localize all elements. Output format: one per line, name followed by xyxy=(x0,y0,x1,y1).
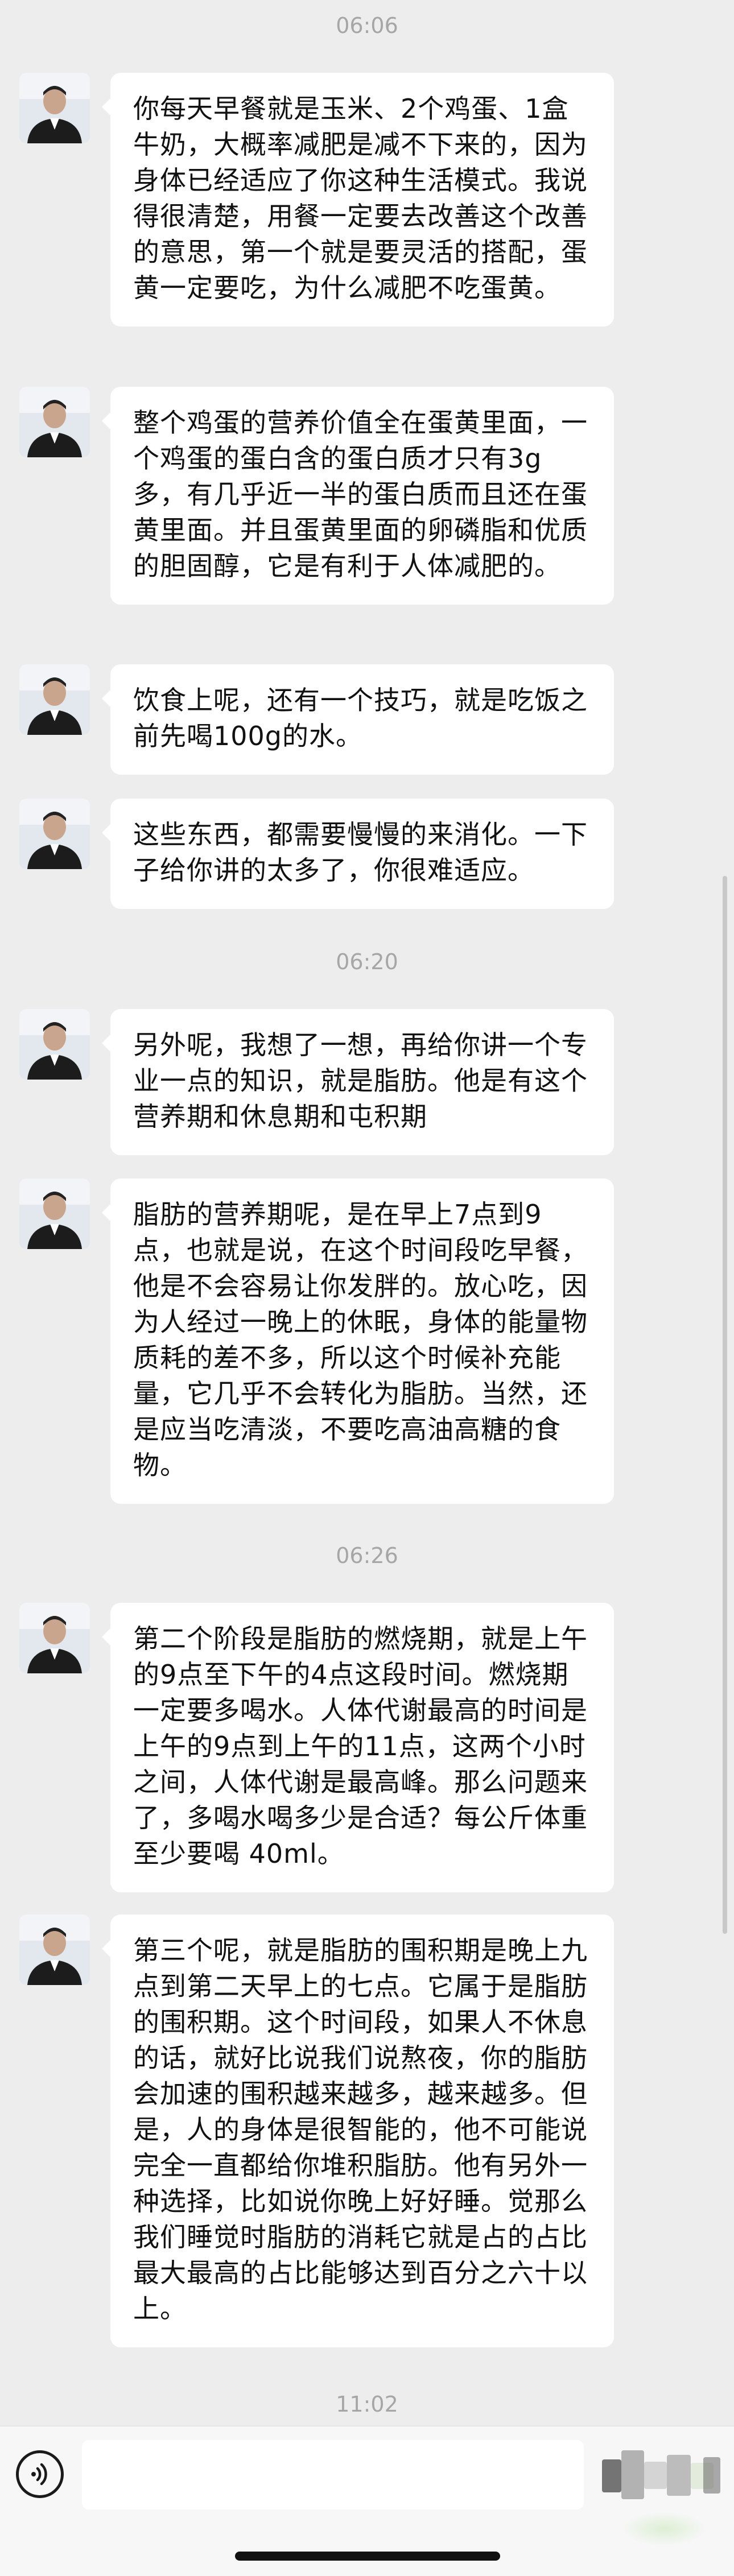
avatar-image xyxy=(19,664,90,735)
message-bubble[interactable]: 整个鸡蛋的营养价值全在蛋黄里面，一个鸡蛋的蛋白含的蛋白质才只有3g多，有几乎近一… xyxy=(102,387,614,605)
message-bubble[interactable]: 第三个呢，就是脂肪的围积期是晚上九点到第二天早上的七点。它属于是脂肪的围积期。这… xyxy=(102,1915,614,2347)
avatar-image xyxy=(19,1915,90,1985)
contact-avatar[interactable] xyxy=(19,664,90,735)
voice-icon xyxy=(31,2463,47,2486)
message-bubble[interactable]: 第二个阶段是脂肪的燃烧期，就是上午的9点至下午的4点这段时间。燃烧期一定要多喝水… xyxy=(102,1603,614,1892)
timestamp: 06:06 xyxy=(336,13,398,38)
avatar-image xyxy=(19,1603,90,1673)
contact-avatar[interactable] xyxy=(19,1009,90,1080)
message-bubble[interactable]: 另外呢，我想了一想，再给你讲一个专业一点的知识，就是脂肪。他是有这个营养期和休息… xyxy=(102,1009,614,1155)
message-input[interactable] xyxy=(82,2440,584,2509)
obscured-toolbar-icons[interactable] xyxy=(602,2446,725,2505)
home-indicator[interactable] xyxy=(235,2552,500,2561)
avatar-image xyxy=(19,73,90,143)
message-bubble[interactable]: 脂肪的营养期呢，是在早上7点到9点，也就是说，在这个时间段吃早餐，他是不会容易让… xyxy=(102,1179,614,1504)
avatar-image xyxy=(19,1179,90,1249)
message-bubble[interactable]: 饮食上呢，还有一个技巧，就是吃饭之前先喝100g的水。 xyxy=(102,664,614,775)
voice-button[interactable] xyxy=(16,2450,64,2498)
contact-avatar[interactable] xyxy=(19,1915,90,1985)
contact-avatar[interactable] xyxy=(19,73,90,143)
scrollbar[interactable] xyxy=(723,876,727,1934)
message-bubble[interactable]: 这些东西，都需要慢慢的来消化。一下子给你讲的太多了，你很难适应。 xyxy=(102,799,614,909)
timestamp: 06:20 xyxy=(336,949,398,974)
contact-avatar[interactable] xyxy=(19,387,90,457)
contact-avatar[interactable] xyxy=(19,1603,90,1673)
timestamp: 06:26 xyxy=(336,1543,398,1568)
blurred-block xyxy=(602,2459,621,2492)
chat-history[interactable]: 06:06 你每天早餐就是玉米、2个鸡蛋、1盒牛奶，大概率减肥是减不下来的，因为… xyxy=(0,0,734,2426)
avatar-image xyxy=(19,799,90,869)
avatar-image xyxy=(19,1009,90,1080)
contact-avatar[interactable] xyxy=(19,799,90,869)
avatar-image xyxy=(19,387,90,457)
timestamp: 11:02 xyxy=(336,2392,398,2417)
blurred-block xyxy=(667,2455,691,2496)
blurred-block xyxy=(621,2450,644,2499)
blurred-block xyxy=(703,2457,720,2494)
message-bubble[interactable]: 你每天早餐就是玉米、2个鸡蛋、1盒牛奶，大概率减肥是减不下来的，因为身体已经适应… xyxy=(102,73,614,326)
blurred-glow xyxy=(621,2512,707,2546)
blurred-block xyxy=(644,2462,667,2489)
contact-avatar[interactable] xyxy=(19,1179,90,1249)
